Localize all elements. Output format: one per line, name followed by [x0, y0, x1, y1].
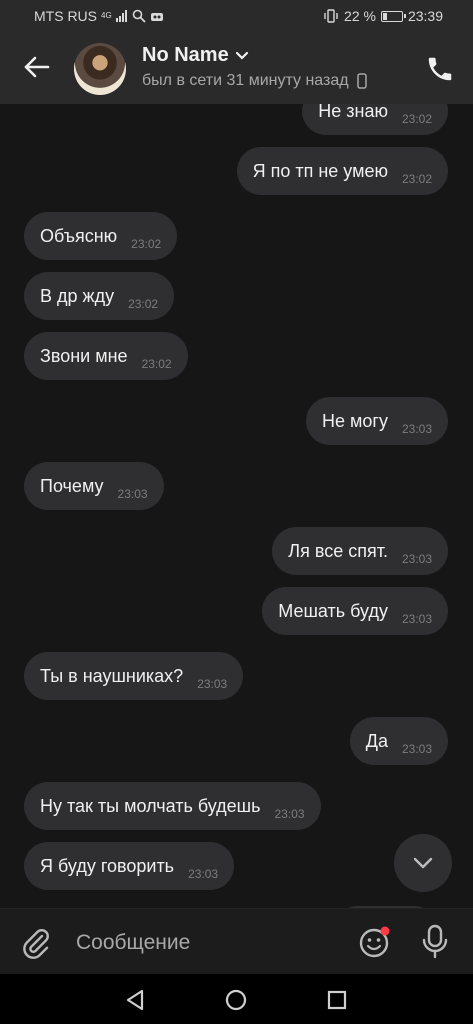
paperclip-icon[interactable]: [20, 927, 52, 959]
chevron-down-icon: [413, 857, 433, 869]
message-time: 23:03: [274, 807, 305, 821]
smiley-icon[interactable]: [358, 925, 392, 959]
system-nav-bar: [0, 974, 473, 1024]
arrow-left-icon[interactable]: [22, 52, 52, 82]
message-bubble[interactable]: Не знаю 23:02: [302, 104, 448, 135]
message-time: 23:02: [128, 297, 159, 311]
search-icon: [132, 9, 146, 23]
message-bubble[interactable]: Мешать буду 23:03: [262, 587, 448, 635]
avatar[interactable]: [74, 43, 126, 95]
microphone-icon[interactable]: [420, 923, 450, 959]
message-text: Ну так ты молчать будешь: [40, 795, 261, 816]
message-bubble[interactable]: В др жду 23:02: [24, 272, 175, 320]
clock: 23:39: [407, 8, 443, 24]
message-time: 23:03: [188, 867, 219, 881]
chevron-down-icon: [235, 51, 248, 60]
message-text: Я буду говорить: [40, 855, 175, 876]
message-bubble[interactable]: Почему 23:03: [24, 462, 164, 510]
message-bubble[interactable]: Ля все спят. 23:03: [272, 527, 448, 575]
carrier-name: MTS RUS: [34, 8, 97, 24]
message-bubble[interactable]: Я по тп не умею 23:02: [236, 147, 448, 195]
message-time: 23:03: [401, 422, 432, 436]
message-time: 23:03: [401, 612, 432, 626]
message-list[interactable]: Не знаю 23:02 Я по тп не умею 23:02 Объя…: [0, 104, 473, 908]
message-text: В др жду: [40, 285, 115, 306]
message-time: 23:03: [117, 487, 148, 501]
message-text: Звони мне: [40, 345, 128, 366]
emoji-badge: [380, 926, 390, 936]
scroll-down-button[interactable]: [394, 834, 452, 892]
signal-icon: [115, 10, 127, 22]
status-bar: MTS RUS 4G 22 % 23:39: [0, 0, 473, 34]
message-bubble[interactable]: Звони мне 23:02: [24, 332, 188, 380]
message-composer: [0, 908, 473, 975]
message-text: Я по тп не умею: [252, 160, 388, 181]
message-text: Почему: [40, 475, 104, 496]
last-seen-label: был в сети 31 минуту назад: [142, 72, 349, 89]
message-bubble[interactable]: Не могу 23:03: [306, 397, 448, 445]
battery-percent: 22 %: [344, 8, 376, 24]
message-text: Не могу: [322, 410, 388, 431]
phone-icon[interactable]: [425, 54, 455, 84]
message-text: Ты в наушниках?: [40, 665, 184, 686]
last-seen-status: был в сети 31 минуту назад: [142, 72, 367, 90]
contact-name[interactable]: No Name: [142, 44, 249, 67]
message-bubble[interactable]: Я буду говорить 23:03: [24, 842, 235, 890]
message-text: Не знаю: [318, 104, 388, 121]
nav-home-icon[interactable]: [223, 987, 249, 1013]
chat-header: No Name был в сети 31 минуту назад: [0, 34, 473, 104]
notification-icon: [150, 13, 163, 21]
battery-icon: [380, 10, 406, 22]
message-time: 23:02: [131, 237, 162, 251]
mobile-device-icon: [356, 73, 367, 89]
contact-name-label: No Name: [142, 44, 229, 66]
message-bubble[interactable]: Ну так ты молчать будешь 23:03: [24, 782, 321, 830]
message-time: 23:03: [401, 742, 432, 756]
nav-recents-icon[interactable]: [324, 987, 350, 1013]
nav-back-icon[interactable]: [122, 987, 148, 1013]
vibrate-icon: [324, 9, 338, 23]
message-text: Ля все спят.: [288, 540, 388, 561]
message-input[interactable]: [74, 925, 348, 961]
message-time: 23:03: [197, 677, 228, 691]
message-bubble[interactable]: Ты в наушниках? 23:03: [24, 652, 244, 700]
message-time: 23:02: [401, 172, 432, 186]
network-type: 4G: [101, 11, 112, 20]
message-bubble[interactable]: Да 23:03: [349, 717, 448, 765]
message-bubble[interactable]: Объясню 23:02: [24, 212, 178, 260]
message-time: 23:02: [401, 112, 432, 126]
message-time: 23:03: [401, 552, 432, 566]
message-time: 23:02: [141, 357, 172, 371]
message-text: Мешать буду: [278, 600, 388, 621]
message-text: Объясню: [40, 225, 118, 246]
message-text: Да: [365, 730, 388, 751]
